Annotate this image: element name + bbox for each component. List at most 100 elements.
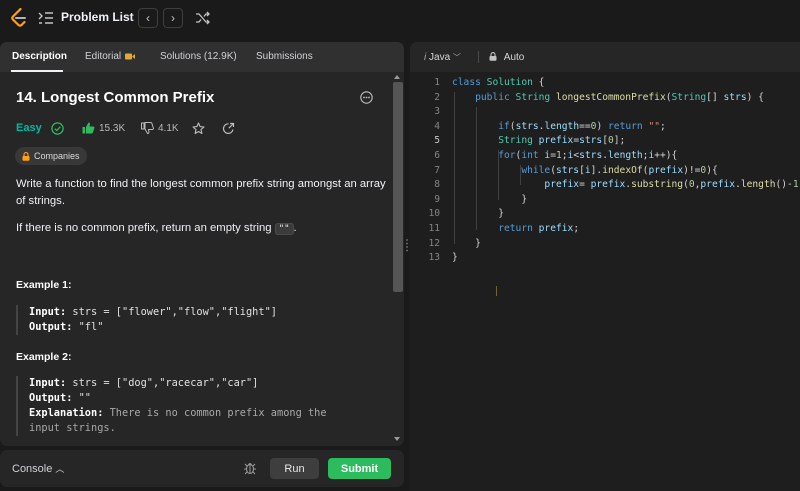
console-label: Console [12, 463, 53, 475]
submit-button[interactable]: Submit [328, 458, 391, 479]
mode-label: Auto [503, 52, 525, 63]
run-button[interactable]: Run [270, 458, 319, 479]
para2-text: If there is no common prefix, return an … [16, 222, 275, 234]
debug-bug-icon[interactable] [243, 461, 257, 475]
line-number: 10 [428, 208, 440, 220]
prev-problem-button[interactable]: ‹ [138, 8, 158, 28]
solved-check-icon [51, 122, 64, 135]
console-bar: Console ︿ Run Submit [0, 450, 404, 487]
input-label: Input: [29, 306, 67, 318]
list-icon[interactable] [38, 11, 54, 25]
line-number: 7 [434, 164, 440, 176]
chevron-down-icon: ﹀ [452, 53, 461, 62]
editor-toolbar: i Java ﹀ Auto [410, 42, 800, 72]
description-panel: Description Editorial Solutions (12.9K) … [0, 42, 404, 446]
thumbs-down-icon [141, 122, 154, 134]
tab-editorial-label: Editorial [85, 51, 122, 62]
description-paragraph-2: If there is no common prefix, return an … [16, 220, 388, 238]
example-1-block: Input: strs = ["flower","flow","flight"]… [16, 305, 277, 335]
dislike-count: 4.1K [158, 122, 179, 134]
console-toggle[interactable]: Console ︿ [12, 462, 64, 475]
scroll-down-icon[interactable] [394, 437, 400, 441]
example-1-input: strs = ["flower","flow","flight"] [72, 306, 277, 318]
toolbar-divider [478, 51, 479, 63]
code-editor-panel: i Java ﹀ Auto 1 class Solution { 2 public… [410, 42, 800, 491]
auto-mode-toggle[interactable]: Auto [489, 52, 524, 63]
code-line-8: 8 prefix= prefix.substring(0,prefix.leng… [410, 179, 800, 194]
explanation-label: Explanation: [29, 407, 104, 419]
line-number: 9 [434, 193, 440, 205]
info-icon: i [424, 52, 427, 63]
input-label: Input: [29, 377, 67, 389]
code-line-9: 9 } [410, 194, 800, 209]
code-line-1: 1 class Solution { [410, 77, 800, 92]
chevron-up-icon: ︿ [55, 464, 65, 474]
example-1-output: "fl" [78, 321, 104, 333]
line-number: 8 [434, 179, 440, 191]
lock-icon [489, 52, 497, 61]
top-bar: Problem List ‹ › [0, 0, 800, 36]
companies-chip[interactable]: Companies [15, 147, 87, 165]
shuffle-icon[interactable] [195, 10, 211, 26]
code-line-10: 10 } [410, 208, 800, 223]
code-line-4: 4 if(strs.length==0) return ""; [410, 121, 800, 136]
tab-bar: Description Editorial Solutions (12.9K) … [0, 42, 404, 72]
like-count: 15.3K [99, 122, 126, 134]
problem-title: 14. Longest Common Prefix [16, 89, 215, 106]
code-line-2: 2 public String longestCommonPrefix(Stri… [410, 92, 800, 107]
inline-code: "" [274, 223, 294, 235]
next-problem-button[interactable]: › [163, 8, 183, 28]
code-line-7: 7 while(strs[i].indexOf(prefix)!=0){ [410, 165, 800, 180]
thumbs-up-icon [82, 122, 95, 134]
explanation-text-2: input strings. [29, 422, 116, 434]
line-number: 13 [428, 252, 440, 264]
dislike-button[interactable]: 4.1K [141, 122, 179, 134]
difficulty-badge: Easy [16, 122, 42, 134]
like-button[interactable]: 15.3K [82, 122, 125, 134]
code-line-5: 5 String prefix=strs[0]; [410, 135, 800, 150]
problem-list-link[interactable]: Problem List [61, 10, 134, 24]
output-label: Output: [29, 321, 73, 333]
scroll-up-icon[interactable] [394, 75, 400, 79]
example-2-output: "" [78, 392, 92, 404]
example-2-input: strs = ["dog","racecar","car"] [72, 377, 259, 389]
leetcode-logo-icon[interactable] [10, 8, 28, 28]
companies-label: Companies [34, 151, 80, 161]
scrollbar-thumb[interactable] [393, 82, 403, 292]
output-label: Output: [29, 392, 73, 404]
line-number: 12 [428, 237, 440, 249]
description-scrollbar[interactable] [392, 72, 404, 446]
example-1-title: Example 1: [16, 279, 72, 291]
example-2-block: Input: strs = ["dog","racecar","car"] Ou… [16, 376, 327, 436]
tab-submissions[interactable]: Submissions [256, 51, 313, 62]
tab-description[interactable]: Description [12, 51, 67, 62]
code-line-3: 3 [410, 106, 800, 121]
line-number: 6 [434, 150, 440, 161]
line-number: 11 [428, 223, 440, 234]
language-select[interactable]: i Java ﹀ [424, 52, 461, 63]
text-cursor [496, 286, 497, 296]
code-line-6: 6 for(int i=1;i<strs.length;i++){ [410, 150, 800, 165]
line-number: 3 [434, 106, 440, 118]
explanation-text-1: There is no common prefix among the [109, 407, 327, 419]
problem-description: 14. Longest Common Prefix Easy 15.3K 4.1… [0, 72, 392, 446]
description-paragraph-1: Write a function to find the longest com… [16, 178, 386, 207]
code-line-12: 12 } [410, 238, 800, 253]
line-number: 4 [434, 120, 440, 132]
star-icon[interactable] [192, 122, 205, 135]
code-line-11: 11 return prefix; [410, 223, 800, 238]
example-2-title: Example 2: [16, 351, 72, 363]
share-icon[interactable] [222, 122, 235, 135]
line-number: 2 [434, 91, 440, 103]
code-line-13: 13} [410, 252, 800, 267]
para2-end: . [293, 222, 297, 234]
tab-editorial[interactable]: Editorial [85, 51, 136, 62]
chevron-left-icon: ‹ [146, 11, 150, 25]
more-options-icon[interactable] [360, 91, 373, 104]
chevron-right-icon: › [171, 11, 175, 25]
line-number: 5 [434, 135, 440, 147]
tab-solutions[interactable]: Solutions (12.9K) [160, 51, 237, 62]
language-label: Java [429, 52, 451, 63]
lock-icon [22, 151, 30, 161]
video-icon [125, 53, 136, 60]
